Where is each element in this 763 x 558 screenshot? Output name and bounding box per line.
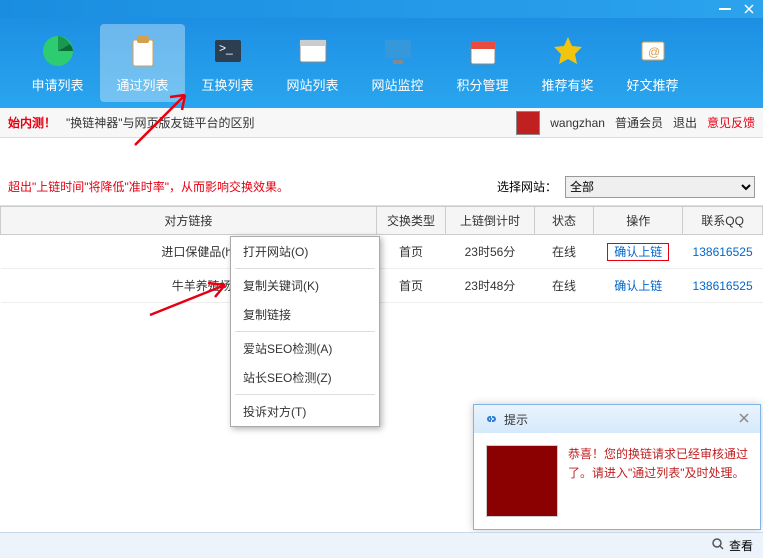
- popup-title: 提示: [504, 411, 738, 428]
- nav-label: 好文推荐: [626, 75, 678, 94]
- qq-link[interactable]: 138616525: [693, 279, 753, 293]
- minimize-button[interactable]: [713, 2, 737, 16]
- separator: [235, 331, 375, 332]
- user-level[interactable]: 普通会员: [615, 114, 663, 131]
- close-button[interactable]: [737, 2, 761, 16]
- cell-status: 在线: [534, 269, 593, 303]
- context-menu: 打开网站(O) 复制关键词(K) 复制链接 爱站SEO检测(A) 站长SEO检测…: [230, 236, 380, 427]
- terminal-icon: >_: [209, 32, 247, 70]
- nav-label: 积分管理: [456, 75, 508, 94]
- warning-text: 超出"上链时间"将降低"准时率"，从而影响交换效果。: [8, 178, 289, 195]
- nav-points[interactable]: 积分管理: [440, 24, 525, 102]
- user-bar: 始内测！ "换链神器"与网页版友链平台的区别 wangzhan 普通会员 退出 …: [0, 108, 763, 138]
- nav-label: 网站列表: [286, 75, 338, 94]
- popup-close-button[interactable]: [738, 412, 752, 426]
- avatar[interactable]: [516, 111, 540, 135]
- col-type: 交换类型: [376, 207, 445, 235]
- data-table: 对方链接 交换类型 上链倒计时 状态 操作 联系QQ 进口保健品(http://…: [0, 206, 763, 303]
- nav-recommend[interactable]: 推荐有奖: [525, 24, 610, 102]
- search-icon: [711, 537, 725, 554]
- monitor-icon: [379, 32, 417, 70]
- cell-type: 首页: [376, 269, 445, 303]
- notification-popup: 提示 恭喜！您的换链请求已经审核通过了。请进入"通过列表"及时处理。: [473, 404, 761, 530]
- nav-label: 推荐有奖: [541, 75, 593, 94]
- nav-label: 申请列表: [31, 75, 83, 94]
- calendar-icon: [464, 32, 502, 70]
- nav-apply-list[interactable]: 申请列表: [15, 24, 100, 102]
- nav-label: 通过列表: [116, 75, 168, 94]
- col-link: 对方链接: [1, 207, 377, 235]
- main-toolbar: 申请列表 通过列表 >_ 互换列表 网站列表 网站监控 积分管理 推荐有奖 @ …: [0, 18, 763, 108]
- table-row[interactable]: 牛羊养殖场(www.n 首页 23时48分 在线 确认上链 138616525: [1, 269, 763, 303]
- status-bar: 查看: [0, 532, 763, 558]
- username[interactable]: wangzhan: [550, 116, 605, 130]
- svg-text:>_: >_: [219, 41, 233, 55]
- select-label: 选择网站：: [497, 178, 557, 195]
- confirm-button[interactable]: 确认上链: [607, 243, 669, 261]
- cell-countdown: 23时48分: [446, 269, 535, 303]
- menu-aizhan-seo[interactable]: 爱站SEO检测(A): [231, 334, 379, 363]
- logout-link[interactable]: 退出: [673, 114, 697, 131]
- notice-text[interactable]: "换链神器"与网页版友链平台的区别: [66, 114, 255, 131]
- table-row[interactable]: 进口保健品(http://www 首页 23时56分 在线 确认上链 13861…: [1, 235, 763, 269]
- window-icon: [294, 32, 332, 70]
- pie-icon: [39, 32, 77, 70]
- popup-message: 恭喜！您的换链请求已经审核通过了。请进入"通过列表"及时处理。: [568, 445, 748, 517]
- menu-copy-keyword[interactable]: 复制关键词(K): [231, 271, 379, 300]
- popup-image: [486, 445, 558, 517]
- cell-status: 在线: [534, 235, 593, 269]
- nav-exchange-list[interactable]: >_ 互换列表: [185, 24, 270, 102]
- col-action: 操作: [594, 207, 683, 235]
- star-icon: [549, 32, 587, 70]
- cell-countdown: 23时56分: [446, 235, 535, 269]
- col-countdown: 上链倒计时: [446, 207, 535, 235]
- cell-type: 首页: [376, 235, 445, 269]
- nav-site-monitor[interactable]: 网站监控: [355, 24, 440, 102]
- menu-report[interactable]: 投诉对方(T): [231, 397, 379, 426]
- menu-open-site[interactable]: 打开网站(O): [231, 237, 379, 266]
- feedback-link[interactable]: 意见反馈: [707, 114, 755, 131]
- nav-articles[interactable]: @ 好文推荐: [610, 24, 695, 102]
- menu-copy-link[interactable]: 复制链接: [231, 300, 379, 329]
- notice-badge: 始内测！: [8, 114, 56, 131]
- col-status: 状态: [534, 207, 593, 235]
- clipboard-icon: [124, 32, 162, 70]
- filter-bar: 超出"上链时间"将降低"准时率"，从而影响交换效果。 选择网站： 全部: [0, 168, 763, 206]
- menu-zhanzhang-seo[interactable]: 站长SEO检测(Z): [231, 363, 379, 392]
- nav-label: 网站监控: [371, 75, 423, 94]
- site-select[interactable]: 全部: [565, 176, 755, 198]
- col-qq: 联系QQ: [683, 207, 763, 235]
- confirm-button[interactable]: 确认上链: [614, 279, 662, 293]
- nav-label: 互换列表: [201, 75, 253, 94]
- qq-link[interactable]: 138616525: [693, 245, 753, 259]
- nav-approved-list[interactable]: 通过列表: [100, 24, 185, 102]
- search-link[interactable]: 查看: [729, 537, 753, 554]
- separator: [235, 394, 375, 395]
- link-icon: [482, 411, 498, 427]
- at-icon: @: [634, 32, 672, 70]
- nav-site-list[interactable]: 网站列表: [270, 24, 355, 102]
- svg-text:@: @: [648, 45, 660, 59]
- separator: [235, 268, 375, 269]
